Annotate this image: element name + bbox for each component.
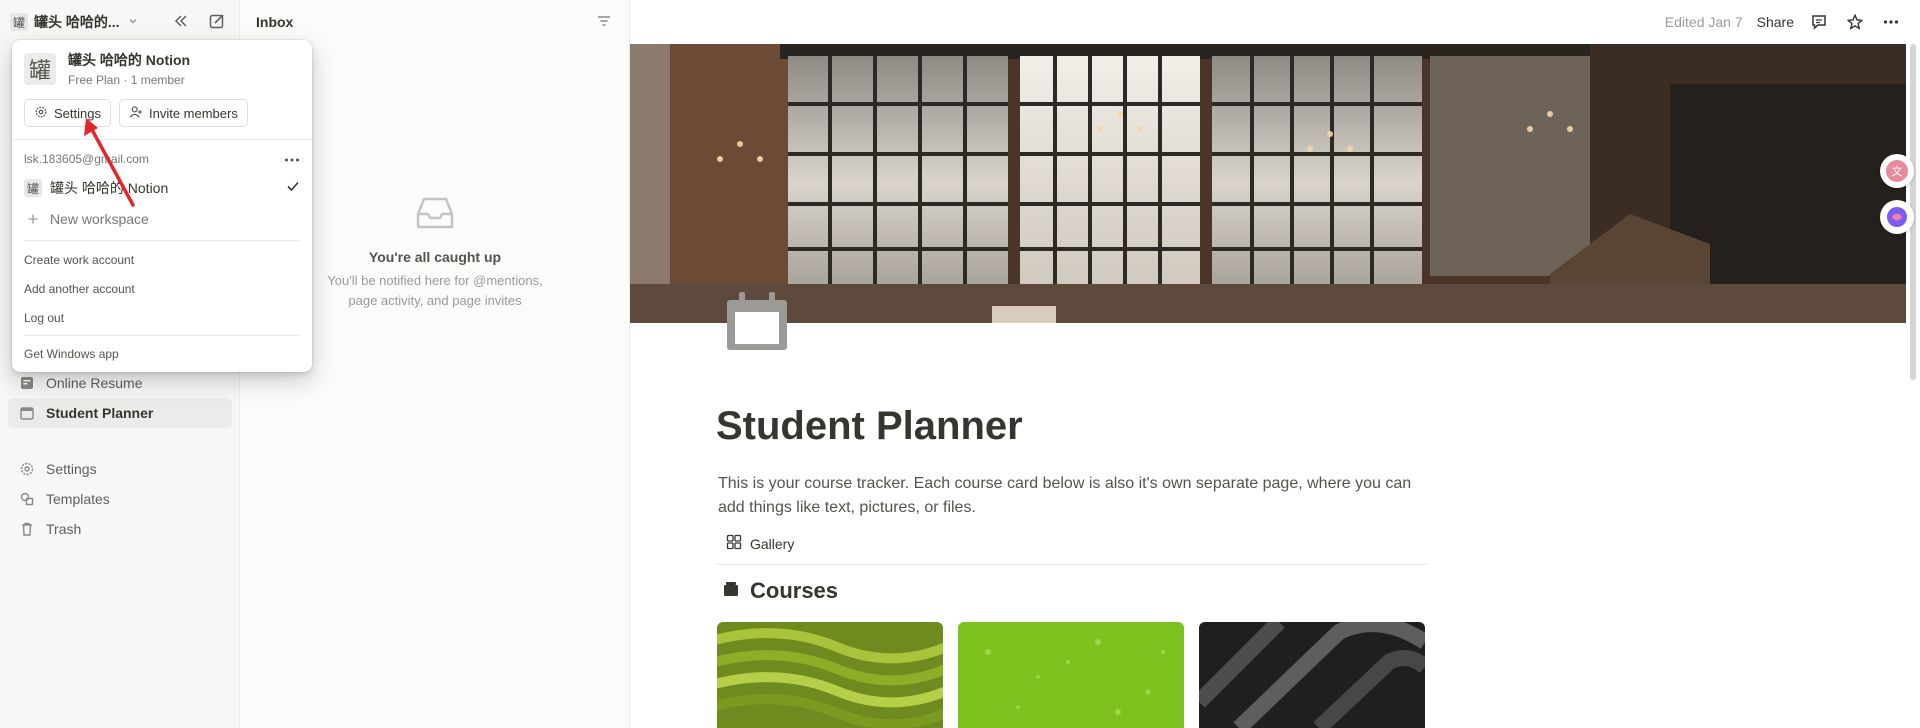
divider xyxy=(24,240,300,241)
account-more-icon[interactable] xyxy=(284,152,300,166)
sidebar-item-trash[interactable]: Trash xyxy=(8,514,232,544)
checkmark-icon xyxy=(286,179,300,197)
divider xyxy=(12,139,312,140)
settings-button-label: Settings xyxy=(54,105,101,121)
sidebar-item-templates[interactable]: Templates xyxy=(8,484,232,514)
workspace-list-item[interactable]: 罐 罐头 哈哈的 Notion xyxy=(24,178,300,198)
add-account-button[interactable]: Add another account xyxy=(24,282,135,296)
workspace-plan: Free Plan · 1 member xyxy=(68,73,185,87)
sidebar-item-student-planner[interactable]: Student Planner xyxy=(8,398,232,428)
trash-icon xyxy=(18,520,36,538)
plus-icon xyxy=(24,213,42,225)
templates-icon xyxy=(18,490,36,508)
svg-text:文: 文 xyxy=(1892,164,1903,178)
workspace-switcher[interactable]: 罐 罐头 哈哈的... xyxy=(10,10,138,34)
course-card[interactable] xyxy=(1199,622,1425,728)
divider xyxy=(716,564,1428,565)
star-icon[interactable] xyxy=(1844,11,1866,33)
divider xyxy=(24,335,300,336)
ai-extension-icon[interactable] xyxy=(1880,200,1914,234)
invite-button-label: Invite members xyxy=(148,105,238,121)
courses-title: Courses xyxy=(750,578,839,603)
course-card[interactable] xyxy=(958,622,1184,728)
log-out-button[interactable]: Log out xyxy=(24,311,64,325)
filter-icon[interactable] xyxy=(595,12,613,35)
inbox-title: Inbox xyxy=(256,14,294,30)
view-tab-label: Gallery xyxy=(750,535,795,552)
edited-timestamp: Edited Jan 7 xyxy=(1664,14,1743,30)
settings-button[interactable]: Settings xyxy=(24,99,111,127)
get-windows-app-button[interactable]: Get Windows app xyxy=(24,347,119,361)
comments-icon[interactable] xyxy=(1808,11,1830,33)
translate-extension-icon[interactable]: 文 xyxy=(1880,154,1914,188)
workspace-avatar: 罐 xyxy=(24,52,56,85)
inbox-tray-icon xyxy=(414,197,456,234)
sidebar-item-settings[interactable]: Settings xyxy=(8,454,232,484)
workspace-list-label: 罐头 哈哈的 Notion xyxy=(50,180,169,196)
courses-heading[interactable]: Courses xyxy=(722,578,838,604)
calendar-icon xyxy=(18,404,36,422)
create-work-account-button[interactable]: Create work account xyxy=(24,253,134,267)
more-options-icon[interactable] xyxy=(1880,11,1902,33)
gear-icon xyxy=(18,460,36,478)
view-tab-gallery[interactable]: Gallery xyxy=(726,534,794,553)
sidebar-item-label: Templates xyxy=(46,491,110,507)
page-description[interactable]: This is your course tracker. Each course… xyxy=(718,472,1418,520)
calendar-icon[interactable] xyxy=(725,290,789,354)
gear-icon xyxy=(34,105,48,122)
sidebar-item-label: Online Resume xyxy=(46,375,143,391)
account-email: lsk.183605@gmail.com xyxy=(24,152,149,166)
new-page-icon[interactable] xyxy=(206,10,228,32)
page-cover-image[interactable] xyxy=(630,44,1906,323)
new-workspace-button[interactable]: New workspace xyxy=(24,211,300,227)
workspace-menu: 罐 罐头 哈哈的 Notion Free Plan · 1 member Set… xyxy=(12,40,312,372)
chevron-down-icon xyxy=(128,16,138,29)
page-main: Edited Jan 7 Share Student Planner This … xyxy=(630,0,1920,728)
gallery-icon xyxy=(726,534,742,553)
sidebar-item-label: Settings xyxy=(46,461,97,477)
workspace-name: 罐头 哈哈的 Notion xyxy=(68,52,191,68)
new-workspace-label: New workspace xyxy=(50,211,149,227)
share-button[interactable]: Share xyxy=(1757,14,1794,30)
page-title[interactable]: Student Planner xyxy=(716,404,1023,449)
course-card[interactable] xyxy=(717,622,943,728)
person-add-icon xyxy=(129,105,143,122)
page-topbar: Edited Jan 7 Share xyxy=(630,0,1920,44)
account-row: lsk.183605@gmail.com xyxy=(24,152,300,166)
collapse-sidebar-icon[interactable] xyxy=(170,10,192,32)
workspace-avatar: 罐 xyxy=(24,179,42,197)
books-icon xyxy=(722,578,740,604)
sidebar-item-online-resume[interactable]: Online Resume xyxy=(8,368,232,398)
document-icon xyxy=(18,374,36,392)
sidebar-item-label: Trash xyxy=(46,521,82,537)
sidebar-item-label: Student Planner xyxy=(46,405,154,421)
workspace-avatar: 罐 xyxy=(10,13,28,31)
invite-members-button[interactable]: Invite members xyxy=(118,99,248,127)
current-workspace: 罐 罐头 哈哈的 Notion Free Plan · 1 member xyxy=(24,50,190,87)
workspace-name: 罐头 哈哈的... xyxy=(34,14,120,30)
